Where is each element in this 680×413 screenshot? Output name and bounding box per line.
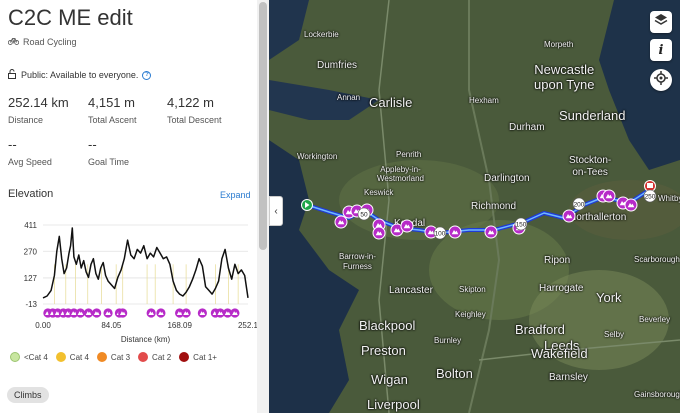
info-button[interactable]: i [650,39,672,61]
climbs-button[interactable]: Climbs [7,387,49,403]
distance-marker-label: 100 [435,231,446,238]
legend-label: Cat 2 [152,352,172,362]
legend-label: Cat 4 [69,352,89,362]
stat-value: 4,122 m [167,95,214,110]
legend-swatch [96,352,107,362]
legend-label: Cat 3 [110,352,131,362]
legend-label: Cat 1+ [193,352,217,362]
stat-total-descent: 4,122 m Total Descent [167,95,222,125]
legend-label: <Cat 4 [24,352,48,362]
stat-label: Goal Time [88,157,130,167]
distance-marker-label: 50 [360,212,368,219]
elevation-heading: Elevation [8,188,54,200]
stat-label: Avg Speed [8,157,52,167]
route-overlay: 50 100 150 200 250 [301,180,657,240]
legend-item: Cat 1+ [179,352,217,362]
x-tick-label: 0.00 [35,321,51,330]
y-tick-label: 127 [24,274,38,283]
visibility-label: Public: Available to everyone. [21,70,139,80]
crosshair-icon [654,70,668,90]
y-tick-label: 411 [24,221,37,230]
layers-button[interactable] [650,11,672,33]
climb-category-legend: <Cat 4 Cat 4 Cat 3 Cat 2 Cat 1+ [10,352,217,362]
distance-marker-label: 200 [574,202,585,209]
stat-value: 4,151 m [88,95,135,110]
distance-marker-label: 250 [645,194,656,201]
stat-label: Distance [8,115,44,125]
panel-scrollbar-thumb[interactable] [259,2,267,250]
route-start-marker[interactable] [301,199,313,211]
expand-link[interactable]: Expand [220,190,251,200]
route-title: C2C ME edit [8,5,133,30]
distance-marker-label: 150 [516,222,527,229]
stat-total-ascent: 4,151 m Total Ascent [88,95,137,125]
map-view[interactable]: Dumfries Carlisle Newcastle upon Tyne Su… [269,0,680,413]
activity-label: Road Cycling [23,37,77,47]
stat-value: 252.14 km [8,95,69,110]
legend-swatch [10,352,20,362]
x-tick-label: 252.1 [238,321,257,330]
legend-swatch [55,352,66,362]
legend-swatch [138,352,149,362]
legend-swatch [179,352,190,362]
x-tick-label: 84.05 [101,321,122,330]
stat-distance: 252.14 km Distance [8,95,69,125]
elevation-line [42,227,249,299]
activity-type: Road Cycling [7,37,77,47]
chevron-left-icon: ‹ [274,205,278,217]
legend-item: Cat 4 [55,352,89,362]
collapse-panel-button[interactable]: ‹ [269,196,283,226]
visibility-setting[interactable]: Public: Available to everyone. ? [8,69,152,81]
stat-label: Total Ascent [88,115,137,125]
elevation-chart[interactable]: 411 270 127 -13 0.00 84.05 168.09 252.1 Distance… [0,210,257,370]
stat-value: -- [88,137,97,152]
y-tick-label: 270 [24,247,38,256]
stat-goal-time: -- Goal Time [88,137,129,167]
climb-markers [334,189,638,240]
x-tick-label: 168.09 [167,321,192,330]
legend-item: Cat 3 [96,352,131,362]
help-icon[interactable]: ? [142,70,152,80]
y-tick-label: -13 [25,300,37,309]
legend-item: <Cat 4 [10,352,48,362]
layers-icon [654,13,668,32]
stat-avg-speed: -- Avg Speed [8,137,52,167]
unlock-icon [8,69,17,81]
stat-value: -- [8,137,17,152]
x-axis-label: Distance (km) [121,335,171,344]
info-icon: i [658,42,664,58]
stat-label: Total Descent [167,115,222,125]
bicycle-icon [7,37,20,47]
locate-button[interactable] [650,69,672,91]
route-details-panel: C2C ME edit Road Cycling Public: Availab… [0,0,257,413]
legend-item: Cat 2 [138,352,171,362]
